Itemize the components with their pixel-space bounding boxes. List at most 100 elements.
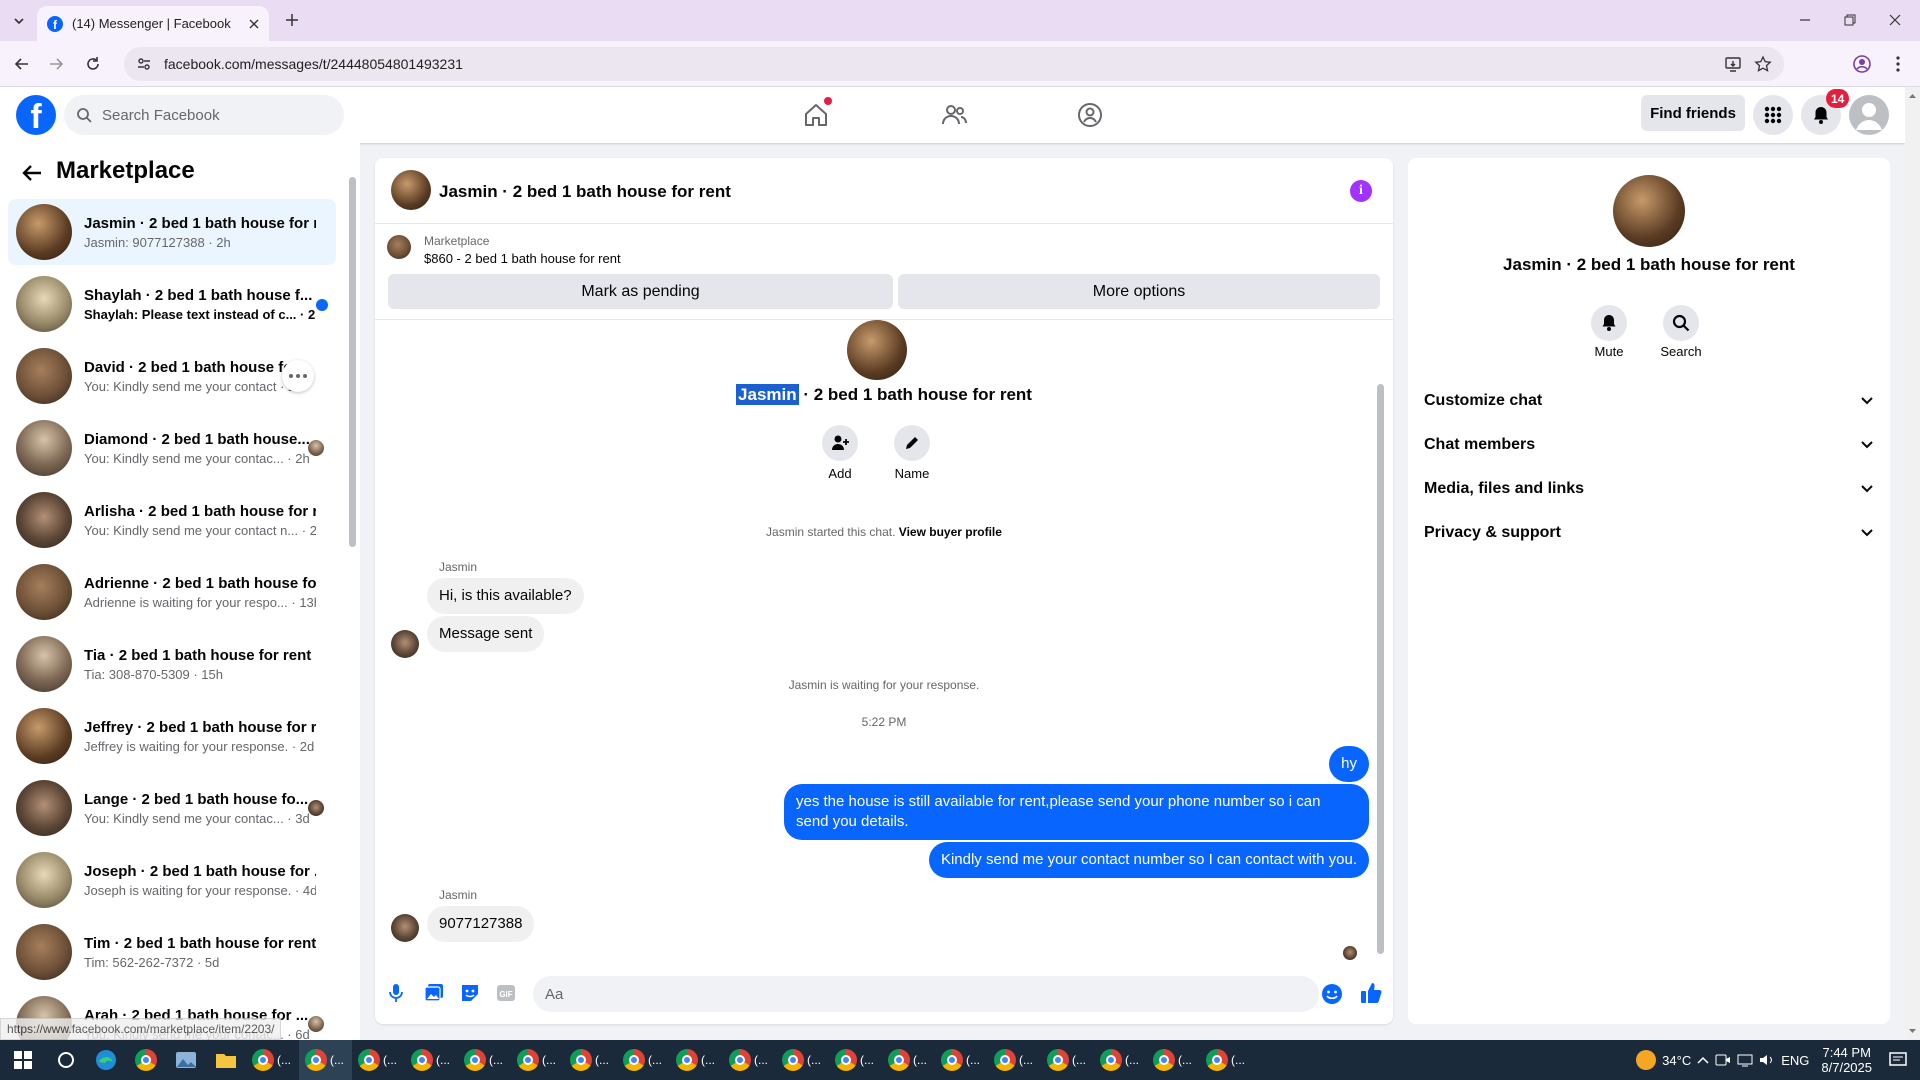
sender-avatar[interactable] [391,914,419,942]
back-arrow-icon[interactable] [18,159,46,187]
add-person-button[interactable] [822,425,858,461]
customize-chat-row[interactable]: Customize chat [1424,381,1874,421]
conversation-item[interactable]: Joseph · 2 bed 1 bath house for ... Josep… [8,847,336,913]
conversation-item[interactable]: Shaylah · 2 bed 1 bath house f... Shaylah… [8,271,336,337]
page-scrollbar[interactable] [1905,87,1920,1040]
listing-thumbnail[interactable] [387,235,411,259]
language-indicator[interactable]: ENG [1781,1053,1809,1068]
conversation-item[interactable]: David · 2 bed 1 bath house fo... You: Kin… [8,343,336,409]
reload-icon[interactable] [83,54,103,74]
conversation-item[interactable]: Jeffrey · 2 bed 1 bath house for r... Jef… [8,703,336,769]
chrome-window-button[interactable]: (... [723,1040,776,1080]
conversation-info-icon[interactable]: i [1350,180,1372,202]
mark-as-pending-button[interactable]: Mark as pending [388,274,893,309]
thumbs-up-icon[interactable] [1358,980,1384,1006]
restore-icon[interactable] [1840,10,1860,30]
minimize-icon[interactable] [1795,10,1815,30]
conversation-item[interactable]: Adrienne · 2 bed 1 bath house fo... Adrie… [8,559,336,625]
facebook-search-input[interactable]: Search Facebook [64,95,344,135]
incoming-message[interactable]: Message sent [427,616,545,652]
groups-nav-icon[interactable] [1072,99,1108,131]
chrome-window-button[interactable]: (... [352,1040,405,1080]
home-nav-icon[interactable] [798,97,834,131]
chrome-window-button[interactable]: (... [882,1040,935,1080]
listing-title[interactable]: $860 - 2 bed 1 bath house for rent [424,251,621,266]
forward-icon[interactable] [46,54,66,74]
edit-name-button[interactable] [894,425,930,461]
outgoing-message[interactable]: hy [1329,746,1369,782]
chrome-window-button[interactable]: (... [935,1040,988,1080]
menu-grid-icon[interactable] [1753,95,1793,135]
chrome-window-button[interactable]: (... [564,1040,617,1080]
profile-avatar[interactable] [847,320,907,380]
incoming-message[interactable]: Hi, is this available? [427,578,584,614]
photos-app-icon[interactable] [166,1040,206,1080]
search-in-chat-button[interactable] [1663,305,1699,341]
chrome-window-button[interactable]: (... [405,1040,458,1080]
conversation-item[interactable]: Lange · 2 bed 1 bath house fo... You: Kin… [8,775,336,841]
outgoing-message[interactable]: yes the house is still available for ren… [784,784,1369,840]
chat-header-title[interactable]: Jasmin · 2 bed 1 bath house for rent [439,182,731,202]
gif-icon[interactable]: GIF [495,982,517,1004]
chrome-window-button[interactable]: (... [299,1040,352,1080]
chat-members-row[interactable]: Chat members [1424,425,1874,465]
chrome-window-button[interactable]: (... [776,1040,829,1080]
chrome-window-button[interactable]: (... [670,1040,723,1080]
browser-tab[interactable]: f (14) Messenger | Facebook [37,6,269,41]
left-scrollbar[interactable] [349,167,357,1037]
chrome-window-button[interactable]: (... [246,1040,299,1080]
attach-photo-icon[interactable] [423,982,445,1004]
chat-header-avatar[interactable] [391,170,431,210]
new-tab-icon[interactable] [282,10,302,30]
edge-browser-icon[interactable] [86,1040,126,1080]
chrome-window-button[interactable]: (... [988,1040,1041,1080]
find-friends-button[interactable]: Find friends [1641,95,1745,131]
conversation-item[interactable]: Jasmin · 2 bed 1 bath house for r... Jasm… [8,199,336,265]
chat-scrollbar[interactable] [1377,324,1385,964]
emoji-icon[interactable] [1320,982,1344,1006]
message-input[interactable]: Aa [533,976,1319,1012]
facebook-logo-icon[interactable]: f [16,95,56,135]
weather-sun-icon[interactable] [1636,1050,1657,1070]
more-options-button[interactable]: More options [898,274,1380,309]
friends-nav-icon[interactable] [936,99,972,131]
conversation-item[interactable]: Tia · 2 bed 1 bath house for rent Tia: 30… [8,631,336,697]
conversation-item[interactable]: Tim · 2 bed 1 bath house for rent Tim: 56… [8,919,336,985]
chrome-window-button[interactable]: (... [511,1040,564,1080]
tab-close-icon[interactable] [249,19,259,29]
profile-icon[interactable] [1852,54,1872,74]
chrome-window-button[interactable]: (... [829,1040,882,1080]
file-explorer-icon[interactable] [206,1040,246,1080]
chrome-taskbar-icon[interactable] [126,1040,166,1080]
media-files-links-row[interactable]: Media, files and links [1424,469,1874,509]
chrome-window-button[interactable]: (... [458,1040,511,1080]
windows-start-icon[interactable] [0,1040,46,1080]
more-actions-icon[interactable] [282,360,314,392]
privacy-support-row[interactable]: Privacy & support [1424,513,1874,553]
view-buyer-profile-link[interactable]: View buyer profile [899,525,1002,539]
mute-button[interactable] [1591,305,1627,341]
incoming-message[interactable]: 9077127388 [427,906,535,942]
chrome-window-button[interactable]: (... [1094,1040,1147,1080]
chrome-window-button[interactable]: (... [1041,1040,1094,1080]
site-info-icon[interactable] [136,56,152,72]
conversation-item[interactable]: Diamond · 2 bed 1 bath house... You: Kind… [8,415,336,481]
install-app-icon[interactable] [1724,55,1742,73]
browser-menu-icon[interactable] [1888,54,1908,74]
close-window-icon[interactable] [1885,10,1905,30]
sender-avatar[interactable] [391,630,419,658]
back-icon[interactable] [12,54,32,74]
voice-clip-icon[interactable] [385,982,407,1004]
chrome-window-button[interactable]: (... [617,1040,670,1080]
conversation-item[interactable]: Arlisha · 2 bed 1 bath house for r... You… [8,487,336,553]
temperature[interactable]: 34°C [1662,1053,1691,1068]
chrome-window-button[interactable]: (... [1200,1040,1253,1080]
sticker-icon[interactable] [459,982,481,1004]
info-avatar[interactable] [1613,175,1685,247]
chrome-window-button[interactable]: (... [1147,1040,1200,1080]
taskbar-search-icon[interactable] [46,1040,86,1080]
outgoing-message[interactable]: Kindly send me your contact number so I … [928,842,1369,878]
tab-search-icon[interactable] [8,10,30,32]
account-avatar-icon[interactable] [1849,95,1889,135]
bookmark-star-icon[interactable] [1754,55,1772,73]
